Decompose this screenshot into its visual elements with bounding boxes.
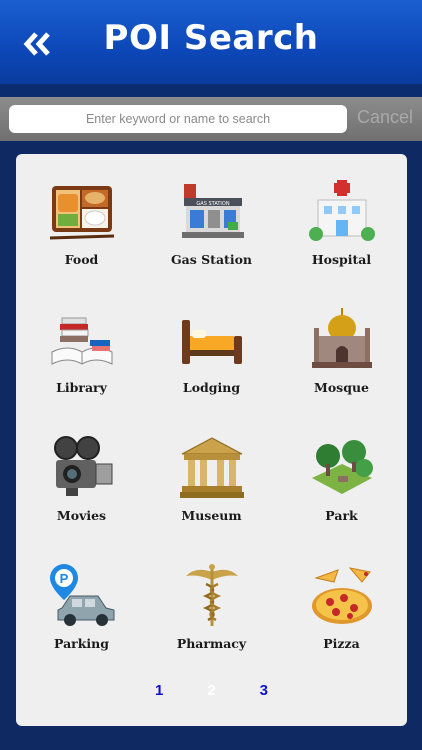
mosque-icon (311, 308, 372, 368)
poi-panel: Food GAS STATION Gas Station Hospital Li… (16, 154, 407, 726)
poi-food[interactable]: Food (17, 154, 147, 282)
header-bar: POI Search (0, 0, 422, 84)
poi-movies[interactable]: Movies (17, 410, 147, 538)
parking-car-icon: P (49, 564, 114, 626)
pagination: 1 2 3 (16, 682, 407, 704)
park-icon (311, 440, 373, 494)
poi-mosque[interactable]: Mosque (277, 282, 407, 410)
gas-station-icon: GAS STATION (181, 184, 244, 238)
page-link-3[interactable]: 3 (260, 682, 268, 704)
header-divider (0, 84, 422, 97)
page-title: POI Search (103, 18, 319, 58)
books-icon (51, 317, 112, 365)
poi-pharmacy[interactable]: Pharmacy (147, 538, 277, 666)
cancel-button[interactable]: Cancel (357, 107, 413, 128)
poi-gas-station[interactable]: GAS STATION Gas Station (147, 154, 277, 282)
poi-library[interactable]: Library (17, 282, 147, 410)
poi-lodging[interactable]: Lodging (147, 282, 277, 410)
search-input[interactable] (9, 105, 347, 133)
movie-camera-icon (53, 436, 112, 496)
museum-icon (179, 437, 244, 498)
poi-museum[interactable]: Museum (147, 410, 277, 538)
search-bar: Cancel (0, 97, 422, 141)
poi-park[interactable]: Park (277, 410, 407, 538)
caduceus-icon (185, 564, 238, 626)
pizza-icon (311, 567, 372, 624)
poi-parking[interactable]: P Parking (17, 538, 147, 666)
svg-text:P: P (59, 571, 68, 586)
page-link-1[interactable]: 1 (155, 682, 163, 704)
hospital-icon (308, 180, 375, 241)
poi-grid: Food GAS STATION Gas Station Hospital Li… (16, 154, 407, 666)
poi-hospital[interactable]: Hospital (277, 154, 407, 282)
bed-icon (181, 320, 242, 364)
food-bento-icon (49, 186, 114, 240)
poi-pizza[interactable]: Pizza (277, 538, 407, 666)
page-link-2-current[interactable]: 2 (207, 682, 215, 704)
